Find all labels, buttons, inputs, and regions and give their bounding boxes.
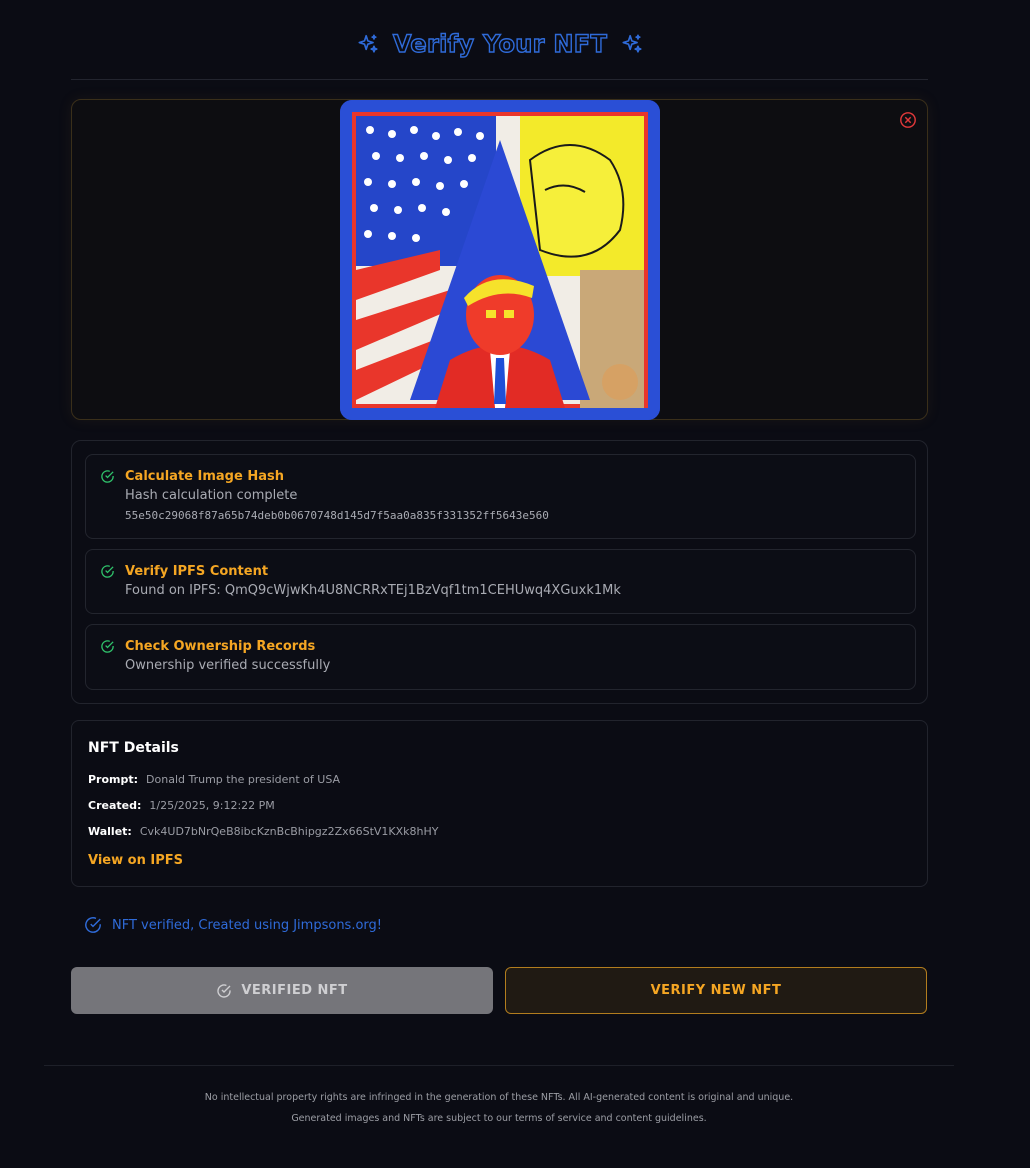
verified-nft-label: VERIFIED NFT: [241, 983, 348, 998]
verified-message: NFT verified, Created using Jimpsons.org…: [84, 916, 382, 934]
sparkles-icon: [358, 34, 378, 53]
step-description: Ownership verified successfully: [125, 658, 331, 673]
footer-terms: Generated images and NFTs are subject to…: [291, 1113, 707, 1124]
image-preview-panel: [71, 99, 928, 420]
nft-artwork: [340, 100, 660, 420]
footer-divider: [44, 1065, 954, 1066]
step-title: Calculate Image Hash: [125, 469, 284, 484]
details-heading: NFT Details: [88, 740, 179, 756]
step-description: Found on IPFS: QmQ9cWjwKh4U8NCRRxTEj1BzV…: [125, 583, 621, 598]
check-circle-icon: [101, 470, 114, 483]
check-circle-icon: [101, 640, 114, 653]
detail-label: Wallet:: [88, 825, 132, 838]
detail-created: Created: 1/25/2025, 9:12:22 PM: [88, 799, 275, 812]
view-on-ipfs-link[interactable]: View on IPFS: [88, 853, 183, 868]
check-circle-icon: [217, 983, 232, 998]
verified-nft-button[interactable]: VERIFIED NFT: [71, 967, 493, 1014]
close-circle-icon[interactable]: [899, 111, 917, 129]
nft-image: [340, 100, 660, 420]
check-circle-icon: [85, 917, 101, 933]
sparkles-icon: [622, 34, 642, 53]
step-title: Check Ownership Records: [125, 639, 316, 654]
detail-prompt: Prompt: Donald Trump the president of USA: [88, 773, 340, 786]
verify-new-nft-button[interactable]: VERIFY NEW NFT: [505, 967, 927, 1014]
detail-label: Prompt:: [88, 773, 139, 786]
detail-wallet: Wallet: Cvk4UD7bNrQeB8ibcKznBcBhipgz2Zx66…: [88, 825, 439, 838]
nft-details-panel: NFT Details Prompt: Donald Trump the pres…: [71, 720, 928, 887]
footer-disclaimer: No intellectual property rights are infr…: [204, 1092, 794, 1103]
verification-steps-panel: Calculate Image Hash Hash calculation co…: [71, 440, 928, 704]
detail-value: Cvk4UD7bNrQeB8ibcKznBcBhipgz2Zx66StV1KXk…: [139, 825, 439, 838]
verify-new-nft-label: VERIFY NEW NFT: [650, 983, 782, 998]
step-calculate-hash: Calculate Image Hash Hash calculation co…: [85, 454, 916, 539]
page-title: Verify Your NFT: [0, 29, 1000, 59]
step-description: Hash calculation complete: [125, 488, 298, 503]
image-hash-value: 55e50c29068f87a65b74deb0b0670748d145d7f5…: [125, 509, 549, 522]
detail-value: Donald Trump the president of USA: [146, 773, 341, 786]
step-verify-ipfs: Verify IPFS Content Found on IPFS: QmQ9c…: [85, 549, 916, 614]
step-title: Verify IPFS Content: [125, 564, 269, 579]
verified-message-text: NFT verified, Created using Jimpsons.org…: [112, 917, 382, 933]
page-title-text: Verify Your NFT: [392, 29, 608, 58]
detail-label: Created:: [88, 799, 142, 812]
detail-value: 1/25/2025, 9:12:22 PM: [149, 799, 275, 812]
title-divider: [71, 79, 928, 80]
check-circle-icon: [101, 565, 114, 578]
step-check-ownership: Check Ownership Records Ownership verifi…: [85, 624, 916, 690]
